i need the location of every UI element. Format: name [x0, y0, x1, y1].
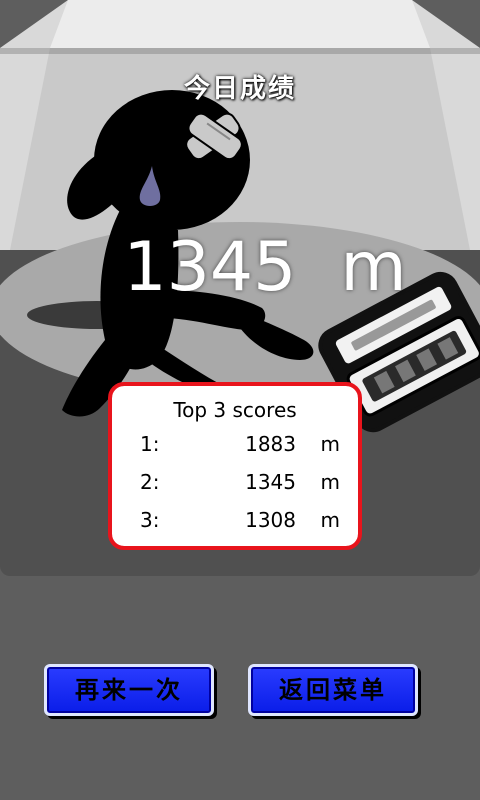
score-row: 2: 1345 m [140, 470, 340, 496]
top-scores-panel: Top 3 scores 1: 1883 m 2: 1345 m 3: 1308… [108, 382, 362, 550]
score-row: 1: 1883 m [140, 432, 340, 458]
back-to-menu-button[interactable]: 返回菜单 [248, 664, 418, 716]
score-unit: m [320, 432, 340, 456]
score-value: 1308 [245, 508, 296, 532]
retry-button[interactable]: 再来一次 [44, 664, 214, 716]
page-title: 今日成绩 [183, 74, 296, 104]
score-unit: m [320, 508, 340, 532]
distance-value: 1345 [123, 228, 297, 307]
score-rank: 3: [140, 508, 160, 532]
game-over-screen: 今日成绩 1345 m Top 3 scores 1: 1883 m 2: 134… [0, 0, 480, 800]
score-row: 3: 1308 m [140, 508, 340, 534]
score-unit: m [320, 470, 340, 494]
top-scores-title: Top 3 scores [173, 398, 297, 422]
score-rank: 2: [140, 470, 160, 494]
score-value: 1345 [245, 470, 296, 494]
today-distance: 1345 m [0, 228, 480, 307]
score-value: 1883 [245, 432, 296, 456]
score-rank: 1: [140, 432, 160, 456]
distance-unit: m [340, 228, 407, 307]
